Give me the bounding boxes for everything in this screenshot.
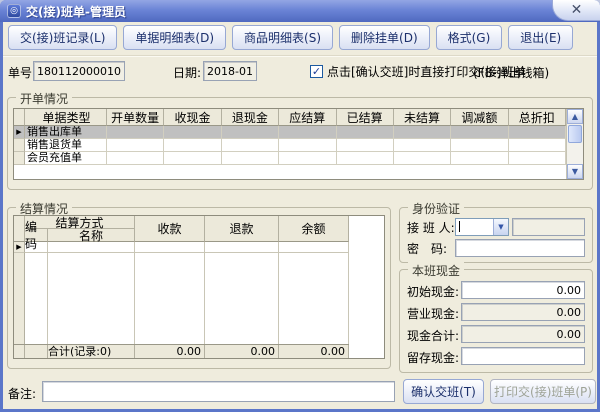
scrollbar-track[interactable] (567, 144, 583, 164)
password-label: 密 码: (407, 240, 447, 257)
shift-handover-window: ◎ 交(接)班单-管理员 ✕ 交(接)班记录(L) 单据明细表(D) 商品明细表… (0, 0, 600, 412)
table-row-member-recharge[interactable]: 会员充值单 (14, 152, 566, 165)
record-marker-icon: ▶ (16, 126, 21, 138)
retained-cash-label: 留存现金: (407, 349, 459, 366)
billing-grid-empty-area (14, 165, 566, 179)
window-title: 交(接)班单-管理员 (26, 3, 126, 20)
col-code: 编码 (25, 229, 48, 242)
scroll-down-icon[interactable]: ▼ (567, 164, 583, 179)
col-received: 收款 (135, 216, 205, 242)
identity-group-title: 身份验证 (408, 200, 464, 217)
col-unsettled: 未结算 (394, 109, 451, 126)
password-field[interactable] (455, 239, 585, 257)
table-row-sales-outbound[interactable]: ▶ 销售出库单 (14, 126, 566, 139)
col-name: 名称 (48, 229, 135, 242)
chevron-down-icon[interactable]: ▼ (493, 219, 508, 235)
checkbox-check-icon: ✓ (310, 65, 323, 78)
bill-no-label: 单号: (8, 64, 36, 81)
print-handover-button[interactable]: 打印交(接)班单(P) (490, 379, 596, 404)
date-label: 日期: (173, 64, 201, 81)
total-received: 0.00 (135, 345, 205, 358)
initial-cash-label: 初始现金: (407, 283, 459, 300)
successor-label: 接 班 人: (407, 219, 455, 236)
record-marker-icon: ▶ (16, 243, 21, 251)
col-adjustment: 调减额 (451, 109, 508, 126)
successor-name-field[interactable] (512, 218, 585, 236)
bill-type-cell: 销售出库单 (25, 126, 107, 139)
col-cash-refunded: 退现金 (222, 109, 279, 126)
close-icon[interactable]: ✕ (552, 0, 600, 21)
successor-combobox[interactable]: ▼ (455, 218, 509, 236)
cash-group-title: 本班现金 (408, 262, 464, 279)
total-label: 合计(记录:0) (48, 345, 135, 358)
text-caret (459, 221, 460, 232)
date-field[interactable] (203, 61, 257, 81)
remark-label: 备注: (8, 385, 36, 402)
col-bill-count: 开单数量 (107, 109, 164, 126)
settlement-grid-header: 结算方式 编码 名称 收款 退款 余额 (14, 216, 349, 242)
initial-cash-field[interactable] (461, 281, 585, 299)
total-refunded: 0.00 (205, 345, 279, 358)
business-cash-field[interactable] (461, 303, 585, 321)
header-marker-cell (14, 216, 25, 242)
toolbar-separator (3, 55, 597, 57)
settlement-empty-row[interactable]: ▶ (14, 242, 349, 253)
confirm-handover-button[interactable]: 确认交班(T) (403, 379, 484, 404)
remark-input[interactable] (42, 381, 395, 402)
header-marker-cell (14, 109, 25, 126)
bill-type-cell: 销售退货单 (25, 139, 107, 152)
billing-grid: 单据类型 开单数量 收现金 退现金 应结算 已结算 未结算 调减额 总折扣 ▶ … (13, 108, 584, 180)
app-icon: ◎ (7, 4, 21, 18)
col-settled: 已结算 (337, 109, 394, 126)
col-cash-received: 收现金 (164, 109, 221, 126)
col-bill-type: 单据类型 (25, 109, 107, 126)
delete-pending-button[interactable]: 删除挂单(D) (339, 25, 430, 50)
client-area: 交(接)班记录(L) 单据明细表(D) 商品明细表(S) 删除挂单(D) 格式(… (3, 22, 597, 409)
product-detail-button[interactable]: 商品明细表(S) (232, 25, 333, 50)
f8-hint-label: (F8-弹出钱箱) (473, 64, 549, 81)
col-balance: 余额 (279, 216, 349, 242)
col-payable: 应结算 (279, 109, 336, 126)
settlement-grid-empty-area (14, 253, 349, 344)
exit-button[interactable]: 退出(E) (508, 25, 573, 50)
cash-total-field[interactable] (461, 325, 585, 343)
scroll-up-icon[interactable]: ▲ (567, 109, 583, 124)
settlement-grid: 结算方式 编码 名称 收款 退款 余额 ▶ (13, 215, 385, 359)
total-balance: 0.00 (279, 345, 349, 358)
format-button[interactable]: 格式(G) (436, 25, 503, 50)
billing-grid-scrollbar[interactable]: ▲ ▼ (566, 109, 583, 179)
settlement-total-row: 合计(记录:0) 0.00 0.00 0.00 (14, 344, 349, 358)
bill-detail-button[interactable]: 单据明细表(D) (123, 25, 226, 50)
table-row-sales-return[interactable]: 销售退货单 (14, 139, 566, 152)
retained-cash-field[interactable] (461, 347, 585, 365)
scrollbar-thumb[interactable] (568, 125, 582, 143)
billing-grid-header: 单据类型 开单数量 收现金 退现金 应结算 已结算 未结算 调减额 总折扣 (14, 109, 566, 126)
bill-no-field[interactable] (33, 61, 125, 81)
footer-row: 备注: 确认交班(T) 打印交(接)班单(P) (3, 379, 597, 406)
toolbar: 交(接)班记录(L) 单据明细表(D) 商品明细表(S) 删除挂单(D) 格式(… (8, 25, 573, 50)
col-refunded: 退款 (205, 216, 279, 242)
billing-group-title: 开单情况 (16, 90, 72, 107)
cash-total-label: 现金合计: (407, 327, 459, 344)
header-field-row: 单号: 日期: ✓ 点击[确认交班]时直接打印交(接)班单 (F8-弹出钱箱) (3, 60, 597, 84)
bill-type-cell: 会员充值单 (25, 152, 107, 165)
shift-records-button[interactable]: 交(接)班记录(L) (8, 25, 117, 50)
titlebar: ◎ 交(接)班单-管理员 ✕ (0, 0, 600, 22)
col-total-discount: 总折扣 (509, 109, 566, 126)
business-cash-label: 营业现金: (407, 305, 459, 322)
